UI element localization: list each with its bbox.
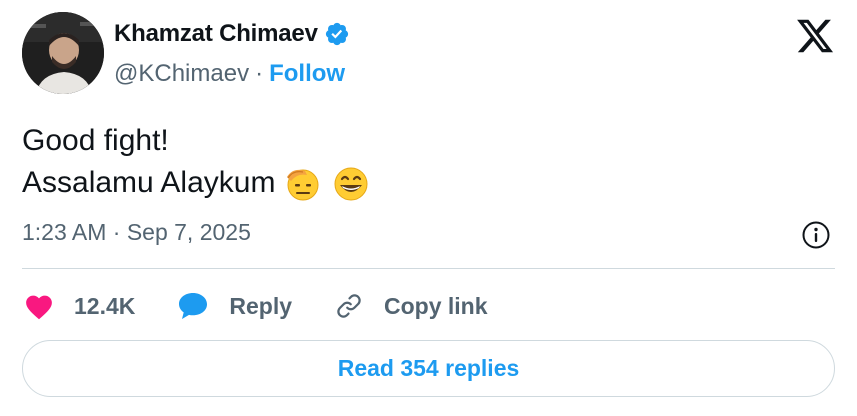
author-handle-row: @KChimaev · Follow — [114, 60, 345, 88]
grinning-face-emoji — [331, 163, 371, 203]
read-replies-label: Read 354 replies — [337, 355, 520, 381]
reply-button[interactable]: Reply — [177, 291, 292, 321]
handle-separator: · — [255, 60, 264, 87]
likes-count: 12.4K — [74, 292, 136, 319]
saluting-face-emoji — [283, 163, 323, 203]
action-bar: 12.4K Reply Copy link — [24, 286, 530, 326]
link-icon — [337, 294, 361, 318]
read-replies-button[interactable]: Read 354 replies — [22, 340, 835, 397]
author-name-row: Khamzat Chimaev — [114, 20, 350, 48]
follow-link[interactable]: Follow — [269, 60, 345, 88]
like-button[interactable]: 12.4K — [24, 292, 135, 320]
tweet-line-2: Assalamu Alaykum — [22, 162, 371, 204]
tweet-line-1-text: Good fight! — [22, 124, 169, 157]
reply-label: Reply — [229, 292, 293, 319]
x-logo-icon[interactable] — [795, 16, 835, 56]
heart-icon — [26, 295, 52, 320]
verified-badge-icon — [324, 21, 350, 47]
info-icon[interactable] — [801, 220, 831, 250]
tweet-text: Good fight! Assalamu Alaykum — [22, 120, 371, 204]
divider — [22, 268, 835, 269]
avatar-image — [22, 12, 104, 94]
speech-bubble-icon — [179, 293, 208, 319]
author-handle[interactable]: @KChimaev — [114, 60, 249, 88]
avatar[interactable] — [22, 12, 104, 94]
copy-link-button[interactable]: Copy link — [334, 291, 488, 321]
tweet-timestamp[interactable]: 1:23 AM · Sep 7, 2025 — [22, 219, 251, 246]
author-display-name[interactable]: Khamzat Chimaev — [114, 20, 318, 48]
copy-link-label: Copy link — [384, 292, 488, 319]
tweet-line-2-text: Assalamu Alaykum — [22, 166, 276, 199]
tweet-line-1: Good fight! — [22, 120, 371, 162]
